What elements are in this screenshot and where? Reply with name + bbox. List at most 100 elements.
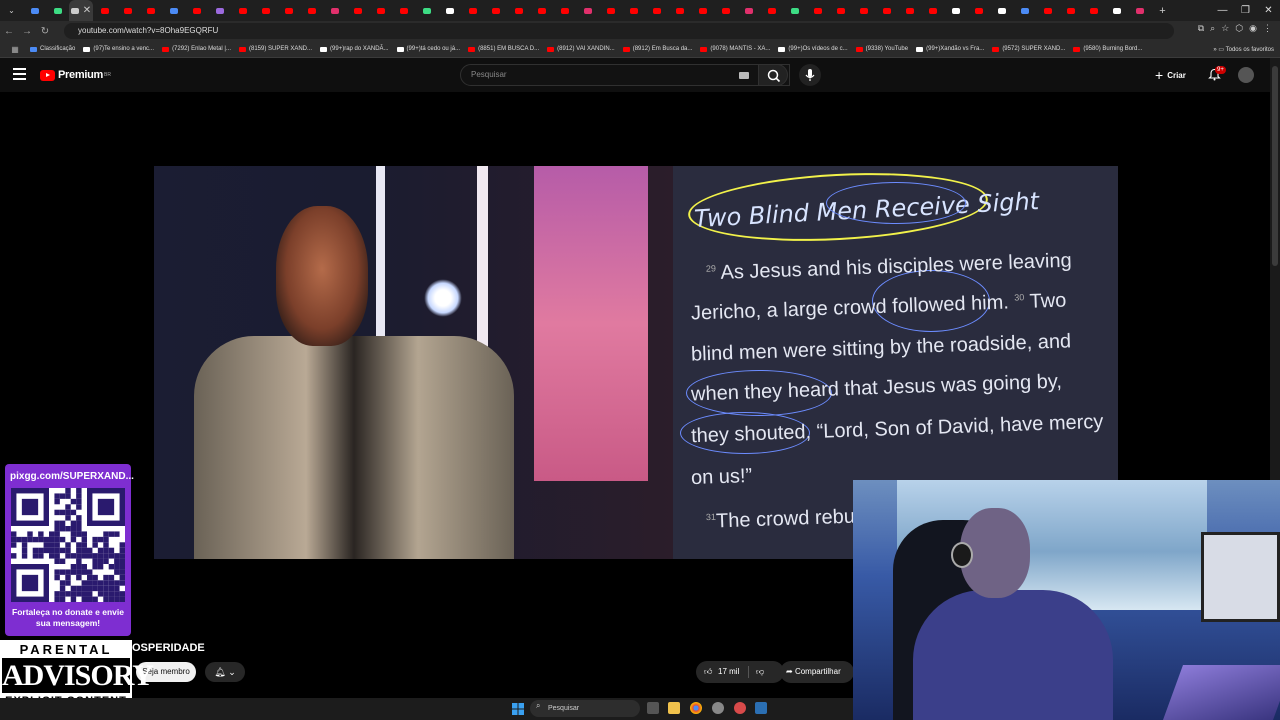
- bookmark-item[interactable]: (99+)tá cedo ou já...: [396, 46, 460, 52]
- bookmark-item[interactable]: (99+)rap do XANDÃ...: [320, 46, 389, 52]
- tab[interactable]: [806, 0, 829, 21]
- bookmark-item[interactable]: (97)Te ensino a venc...: [83, 46, 154, 52]
- like-icon[interactable]: 👍︎: [704, 661, 712, 683]
- tab[interactable]: [1036, 0, 1059, 21]
- tab[interactable]: [668, 0, 691, 21]
- tab[interactable]: [392, 0, 415, 21]
- tab-search-icon[interactable]: ⌄: [0, 0, 23, 21]
- share-button[interactable]: ➦ Compartilhar: [780, 661, 854, 683]
- profile-icon[interactable]: ◉: [1249, 23, 1257, 34]
- tab[interactable]: [622, 0, 645, 21]
- tab[interactable]: [783, 0, 806, 21]
- windows-start-icon[interactable]: [512, 703, 524, 715]
- bookmark-item[interactable]: (8159) SUPER XAND...: [238, 46, 312, 52]
- tab[interactable]: [1105, 0, 1128, 21]
- keyboard-icon[interactable]: [739, 72, 749, 79]
- youtube-premium-logo[interactable]: Premium BR: [40, 69, 111, 81]
- tab[interactable]: [1059, 0, 1082, 21]
- address-bar[interactable]: youtube.com/watch?v=8Oha9EGQRFU: [64, 23, 1174, 39]
- tab[interactable]: [438, 0, 461, 21]
- steam-icon[interactable]: [755, 702, 767, 714]
- minimize-button[interactable]: —: [1211, 5, 1234, 16]
- tab[interactable]: [691, 0, 714, 21]
- hamburger-menu-icon[interactable]: [13, 68, 26, 80]
- tab[interactable]: [760, 0, 783, 21]
- tab[interactable]: [323, 0, 346, 21]
- scrollbar-thumb[interactable]: [1272, 66, 1278, 266]
- close-tab-icon[interactable]: ✕: [83, 5, 91, 16]
- create-button[interactable]: + Criar: [1155, 66, 1186, 84]
- tab[interactable]: [898, 0, 921, 21]
- tab[interactable]: [46, 0, 69, 21]
- task-view-icon[interactable]: [647, 702, 659, 714]
- bookmark-star-icon[interactable]: ☆: [1221, 23, 1229, 34]
- tab[interactable]: [185, 0, 208, 21]
- tab[interactable]: [1082, 0, 1105, 21]
- tab[interactable]: [93, 0, 116, 21]
- file-explorer-icon[interactable]: [668, 702, 680, 714]
- new-tab-button[interactable]: +: [1151, 0, 1174, 21]
- bookmark-item[interactable]: (9338) YouTube: [855, 46, 908, 52]
- maximize-button[interactable]: ❐: [1234, 5, 1257, 16]
- extensions-icon[interactable]: ⬡: [1235, 23, 1243, 34]
- tab[interactable]: [553, 0, 576, 21]
- tab[interactable]: [714, 0, 737, 21]
- forward-icon[interactable]: →: [18, 26, 36, 37]
- voice-search-button[interactable]: [799, 64, 821, 86]
- tab[interactable]: [139, 0, 162, 21]
- app-icon[interactable]: [734, 702, 746, 714]
- tab[interactable]: [967, 0, 990, 21]
- tab[interactable]: [254, 0, 277, 21]
- tab[interactable]: [737, 0, 760, 21]
- bookmark-item[interactable]: (9580) Burning Bord...: [1073, 46, 1142, 52]
- tab[interactable]: [116, 0, 139, 21]
- tab[interactable]: [346, 0, 369, 21]
- avatar[interactable]: [1238, 67, 1254, 83]
- apps-icon[interactable]: ▦: [0, 45, 30, 54]
- bookmark-item[interactable]: (9572) SUPER XAND...: [992, 46, 1065, 52]
- tab[interactable]: [23, 0, 46, 21]
- tab[interactable]: [277, 0, 300, 21]
- tab[interactable]: [530, 0, 553, 21]
- tab[interactable]: [599, 0, 622, 21]
- bookmark-item[interactable]: (7292) Enlao Metal |...: [162, 46, 231, 52]
- menu-icon[interactable]: ⋮: [1263, 23, 1272, 34]
- close-window-button[interactable]: ✕: [1257, 5, 1280, 16]
- reload-icon[interactable]: ↻: [36, 26, 54, 37]
- tab[interactable]: [208, 0, 231, 21]
- tab[interactable]: [484, 0, 507, 21]
- tab[interactable]: [576, 0, 599, 21]
- bookmark-item[interactable]: (9078) MANTIS - XA...: [700, 46, 770, 52]
- tab[interactable]: [369, 0, 392, 21]
- bookmark-item[interactable]: (8851) EM BUSCA D...: [468, 46, 539, 52]
- chrome-icon[interactable]: [690, 702, 702, 714]
- tab[interactable]: [1013, 0, 1036, 21]
- bookmark-item[interactable]: (8912) Em Busca da...: [622, 46, 692, 52]
- taskbar-search[interactable]: Pesquisar: [530, 700, 640, 717]
- settings-icon[interactable]: [712, 702, 724, 714]
- tab[interactable]: [875, 0, 898, 21]
- bookmark-item[interactable]: (8912) VAI XANDIN...: [547, 46, 615, 52]
- tab[interactable]: [829, 0, 852, 21]
- tab[interactable]: [507, 0, 530, 21]
- back-icon[interactable]: ←: [0, 26, 18, 37]
- tab[interactable]: [1128, 0, 1151, 21]
- tab[interactable]: [645, 0, 668, 21]
- subscribe-notifications-button[interactable]: 🔔︎ ⌄: [205, 662, 245, 682]
- tab[interactable]: [300, 0, 323, 21]
- zoom-icon[interactable]: ⌕: [1210, 23, 1215, 34]
- install-icon[interactable]: ⧉: [1198, 23, 1204, 34]
- all-bookmarks-button[interactable]: » ▭ Todos os favoritos: [1209, 41, 1274, 57]
- bookmark-item[interactable]: Classificação: [30, 46, 75, 52]
- tab[interactable]: [461, 0, 484, 21]
- tab[interactable]: [944, 0, 967, 21]
- tab[interactable]: [415, 0, 438, 21]
- tab[interactable]: [231, 0, 254, 21]
- tab[interactable]: [852, 0, 875, 21]
- bookmark-item[interactable]: (99+)Xandão vs Fra...: [916, 46, 984, 52]
- bookmark-item[interactable]: (99+)Os vídeos de c...: [778, 46, 848, 52]
- like-count[interactable]: 17 mil: [718, 661, 739, 683]
- tab-active[interactable]: ✕: [69, 0, 93, 21]
- search-button[interactable]: [758, 64, 788, 86]
- tab[interactable]: [990, 0, 1013, 21]
